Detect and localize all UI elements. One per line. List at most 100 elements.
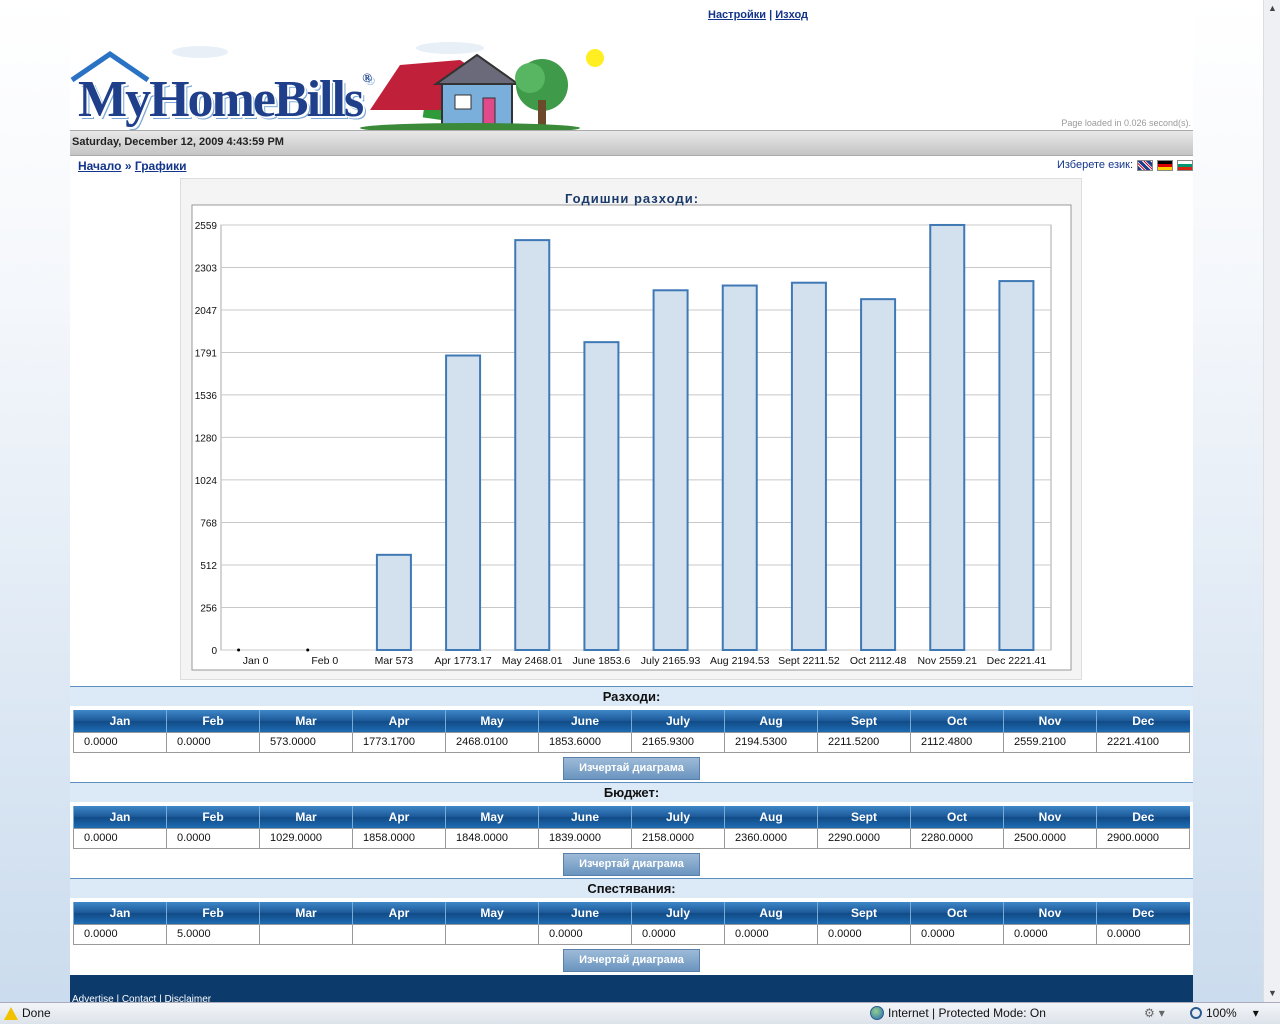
y-tick-label: 1024 bbox=[195, 476, 218, 487]
de-flag-icon[interactable] bbox=[1157, 159, 1173, 171]
language-label: Изберете език: bbox=[1056, 159, 1133, 171]
table-cell bbox=[259, 923, 353, 945]
bar bbox=[998, 280, 1035, 652]
page: Настройки | Изход MyHomeBills® Page load… bbox=[70, 0, 1193, 1002]
table-cell: 0.0000 bbox=[1003, 923, 1097, 945]
zoom-control[interactable]: 100% ▾ bbox=[1190, 1006, 1259, 1020]
column-header: Mar bbox=[259, 806, 353, 828]
footer: Advertise | Contact | Disclaimer bbox=[70, 975, 1193, 1002]
column-header: Sept bbox=[817, 806, 911, 828]
scroll-down-icon[interactable]: ▼ bbox=[1264, 985, 1280, 1002]
table-cell: 2221.4100 bbox=[1096, 731, 1190, 753]
table-cell: 2280.0000 bbox=[910, 827, 1004, 849]
column-header: Oct bbox=[910, 710, 1004, 732]
x-tick-label: Oct 2112.48 bbox=[850, 655, 907, 667]
x-tick-label: Apr 1773.17 bbox=[434, 655, 491, 667]
load-time: Page loaded in 0.026 second(s). bbox=[1061, 118, 1191, 128]
column-header: Dec bbox=[1096, 902, 1190, 924]
table-cell bbox=[445, 923, 539, 945]
section-title: Спестявания: bbox=[70, 878, 1193, 898]
table-cell: 0.0000 bbox=[631, 923, 725, 945]
column-header: Apr bbox=[352, 710, 446, 732]
column-header: May bbox=[445, 806, 539, 828]
column-header: Jan bbox=[73, 806, 167, 828]
data-table: Jan Feb Mar Apr May June July Aug Sept Oct Nov Dec 0… bbox=[73, 710, 1190, 753]
table-row: 0.0000 5.0000 0.0000 0.0000 0.0000 0.0000 0.00… bbox=[73, 923, 1190, 945]
bar bbox=[790, 281, 827, 651]
table-cell: 2112.4800 bbox=[910, 731, 1004, 753]
en-flag-icon[interactable] bbox=[1137, 159, 1153, 171]
table-cell: 0.0000 bbox=[166, 827, 260, 849]
column-header: May bbox=[445, 710, 539, 732]
table-cell: 2290.0000 bbox=[817, 827, 911, 849]
table-cell: 2500.0000 bbox=[1003, 827, 1097, 849]
warning-icon[interactable] bbox=[4, 1006, 18, 1020]
protected-mode-menu[interactable]: ⚙ ▾ bbox=[1144, 1006, 1165, 1020]
bar-chart: Годишни разходи: 0 256 512 768 1024 1280 1536 17… bbox=[191, 191, 1072, 671]
date-bar: Saturday, December 12, 2009 4:43:59 PM bbox=[70, 130, 1193, 156]
language-selector: Изберете език: bbox=[1057, 159, 1193, 171]
y-tick-label: 1280 bbox=[195, 433, 218, 444]
table-row: 0.0000 0.0000 1029.0000 1858.0000 1848.0000 1… bbox=[73, 827, 1190, 849]
draw-chart-button[interactable]: Изчертай диаграма bbox=[563, 853, 700, 876]
footer-links[interactable]: Advertise | Contact | Disclaimer bbox=[72, 994, 211, 1002]
breadcrumb-current[interactable]: Графики bbox=[135, 159, 187, 173]
chart-title: Годишни разходи: bbox=[565, 191, 699, 206]
x-tick-label: Nov 2559.21 bbox=[917, 655, 977, 667]
x-tick-label: Sept 2211.52 bbox=[778, 655, 840, 667]
table-cell: 573.0000 bbox=[259, 731, 353, 753]
bar bbox=[929, 223, 966, 652]
column-header: July bbox=[631, 710, 725, 732]
logo[interactable]: MyHomeBills® bbox=[70, 40, 610, 133]
table-cell: 2211.5200 bbox=[817, 731, 911, 753]
column-header: Dec bbox=[1096, 806, 1190, 828]
current-date: Saturday, December 12, 2009 4:43:59 PM bbox=[72, 136, 284, 148]
table-cell: 2360.0000 bbox=[724, 827, 818, 849]
bar bbox=[583, 341, 620, 651]
bar bbox=[721, 284, 758, 651]
column-header: Aug bbox=[724, 902, 818, 924]
column-header: Apr bbox=[352, 806, 446, 828]
x-tick-label: Mar 573 bbox=[375, 655, 414, 667]
zoom-level: 100% bbox=[1206, 1006, 1237, 1020]
table-cell: 0.0000 bbox=[1096, 923, 1190, 945]
x-tick-label: Feb 0 bbox=[311, 655, 338, 667]
column-header: Sept bbox=[817, 902, 911, 924]
y-tick-label: 1536 bbox=[195, 391, 218, 402]
security-zone-text: Internet | Protected Mode: On bbox=[888, 1006, 1046, 1020]
column-header: Nov bbox=[1003, 710, 1097, 732]
column-header: May bbox=[445, 902, 539, 924]
draw-chart-button[interactable]: Изчертай диаграма bbox=[563, 757, 700, 780]
gear-icon: ⚙ bbox=[1144, 1006, 1155, 1020]
y-tick-label: 0 bbox=[211, 646, 217, 657]
column-header: Aug bbox=[724, 806, 818, 828]
column-header: Jan bbox=[73, 902, 167, 924]
column-header: Feb bbox=[166, 806, 260, 828]
table-cell: 0.0000 bbox=[73, 827, 167, 849]
table-cell bbox=[352, 923, 446, 945]
zoom-dropdown-icon[interactable]: ▾ bbox=[1253, 1006, 1259, 1020]
column-header: Feb bbox=[166, 710, 260, 732]
scroll-up-icon[interactable]: ▲ bbox=[1264, 0, 1280, 17]
x-tick-label: Jan 0 bbox=[243, 655, 269, 667]
x-tick-label: Aug 2194.53 bbox=[710, 655, 770, 667]
section-title: Бюджет: bbox=[70, 782, 1193, 802]
zero-bar-marker bbox=[237, 648, 241, 652]
draw-chart-button[interactable]: Изчертай диаграма bbox=[563, 949, 700, 972]
column-header: Sept bbox=[817, 710, 911, 732]
bg-flag-icon[interactable] bbox=[1177, 159, 1193, 171]
table-cell: 0.0000 bbox=[910, 923, 1004, 945]
table-cell: 5.0000 bbox=[166, 923, 260, 945]
settings-link[interactable]: Настройки bbox=[708, 9, 766, 21]
vertical-scrollbar[interactable]: ▲ ▼ bbox=[1263, 0, 1280, 1002]
column-header: Feb bbox=[166, 902, 260, 924]
security-zone[interactable]: Internet | Protected Mode: On bbox=[870, 1006, 1046, 1020]
zero-bar-marker bbox=[306, 648, 310, 652]
x-tick-label: May 2468.01 bbox=[502, 655, 563, 667]
logout-link[interactable]: Изход bbox=[775, 9, 808, 21]
bar bbox=[445, 354, 482, 651]
y-tick-label: 1791 bbox=[195, 349, 218, 360]
column-header: Nov bbox=[1003, 806, 1097, 828]
table-cell: 2559.2100 bbox=[1003, 731, 1097, 753]
breadcrumb-home[interactable]: Начало bbox=[78, 159, 121, 173]
